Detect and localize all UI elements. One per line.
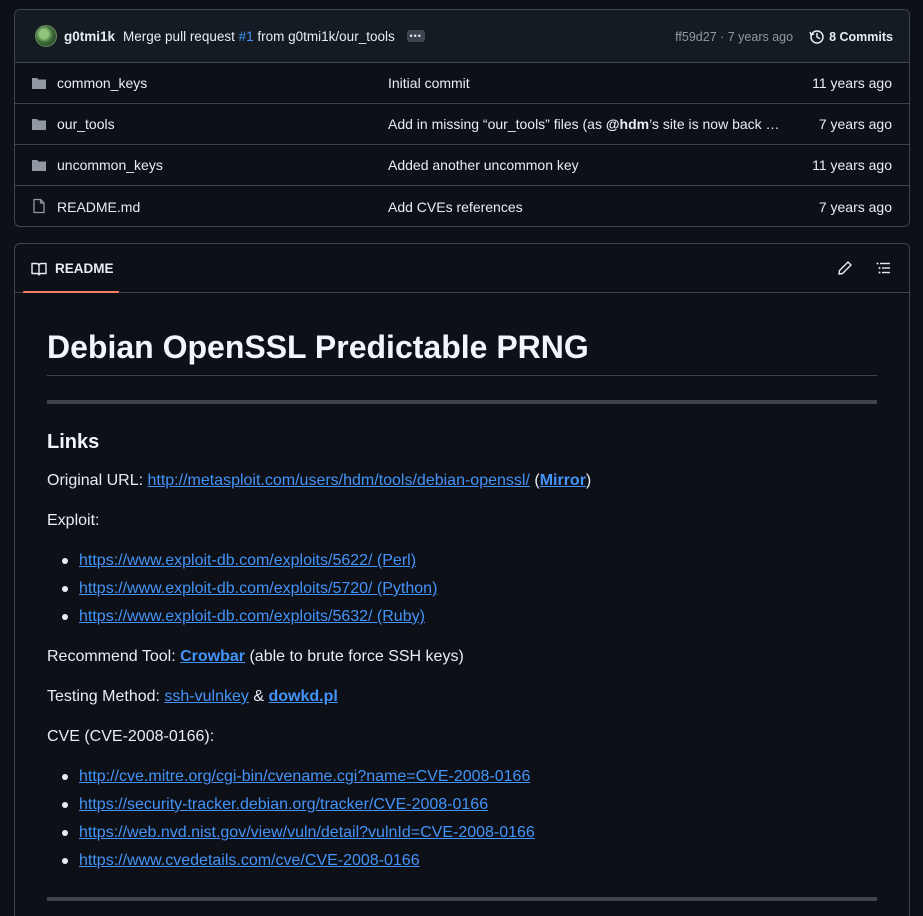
- history-icon: [809, 29, 824, 44]
- commit-details-button[interactable]: •••: [406, 30, 425, 42]
- horizontal-rule: [47, 400, 877, 404]
- active-tab-indicator: [23, 291, 119, 293]
- exploit-list: https://www.exploit-db.com/exploits/5622…: [47, 551, 437, 635]
- recommend-paragraph: Recommend Tool: Crowbar (able to brute f…: [47, 648, 464, 666]
- file-name[interactable]: README.md: [57, 199, 140, 215]
- commit-sha-age[interactable]: ff59d27 · 7 years ago: [675, 30, 793, 44]
- horizontal-rule: [47, 897, 877, 901]
- list-item: https://www.exploit-db.com/exploits/5632…: [47, 607, 437, 635]
- file-name[interactable]: our_tools: [57, 116, 115, 132]
- cve-link[interactable]: https://web.nvd.nist.gov/view/vuln/detai…: [79, 824, 535, 841]
- file-age: 7 years ago: [818, 198, 892, 215]
- original-url-link[interactable]: http://metasploit.com/users/hdm/tools/de…: [147, 472, 529, 489]
- ampersand: &: [248, 688, 269, 705]
- list-item: https://www.cvedetails.com/cve/CVE-2008-…: [47, 851, 535, 879]
- testing-paragraph: Testing Method: ssh-vulnkey & dowkd.pl: [47, 688, 338, 706]
- title-divider: [47, 375, 877, 376]
- paren: ): [585, 472, 592, 489]
- mention[interactable]: @hdm: [606, 116, 649, 132]
- dowkd-link[interactable]: dowkd.pl: [268, 688, 337, 705]
- file-commit-message[interactable]: Added another uncommon key: [388, 157, 579, 173]
- file-row[interactable]: our_tools Add in missing “our_tools” fil…: [15, 104, 909, 145]
- file-commit-message[interactable]: Initial commit: [388, 75, 470, 91]
- file-age: 11 years ago: [812, 157, 892, 173]
- cve-link[interactable]: https://security-tracker.debian.org/trac…: [79, 796, 488, 813]
- file-age: 7 years ago: [818, 116, 892, 132]
- list-item: https://www.exploit-db.com/exploits/5622…: [47, 551, 437, 579]
- readme-tab-label: README: [55, 261, 114, 276]
- outline-list-icon[interactable]: [875, 260, 891, 276]
- exploit-label: Exploit:: [47, 512, 100, 529]
- exploit-link[interactable]: https://www.exploit-db.com/exploits/5632…: [79, 608, 425, 625]
- book-icon: [31, 262, 47, 276]
- commit-meta: ff59d27 · 7 years ago 8 Commits: [675, 10, 893, 63]
- message-part: ’s site is now back …: [649, 116, 780, 132]
- original-url-label: Original URL:: [47, 472, 148, 489]
- folder-icon: [32, 119, 46, 130]
- original-url-paragraph: Original URL: http://metasploit.com/user…: [47, 472, 591, 490]
- message-part: Add in missing “our_tools” files (as: [388, 116, 606, 132]
- cve-label: CVE (CVE-2008-0166):: [47, 728, 215, 745]
- exploit-link[interactable]: https://www.exploit-db.com/exploits/5622…: [79, 552, 416, 569]
- list-item: http://cve.mitre.org/cgi-bin/cvename.cgi…: [47, 767, 535, 795]
- commits-history-link[interactable]: 8 Commits: [809, 29, 893, 45]
- folder-icon: [32, 78, 46, 89]
- file-commit-message[interactable]: Add in missing “our_tools” files (as @hd…: [388, 116, 780, 132]
- paren: (: [529, 472, 540, 489]
- crowbar-link[interactable]: Crowbar: [180, 648, 245, 665]
- readme-title: Debian OpenSSL Predictable PRNG: [47, 329, 589, 365]
- links-heading: Links: [47, 431, 100, 453]
- ssh-vulnkey-link[interactable]: ssh-vulnkey: [164, 688, 248, 705]
- file-browser: g0tmi1k Merge pull request #1 from g0tmi…: [14, 9, 910, 227]
- edit-pencil-icon[interactable]: [837, 260, 853, 276]
- folder-icon: [32, 160, 46, 171]
- testing-label: Testing Method:: [47, 688, 165, 705]
- recommend-suffix: (able to brute force SSH keys): [245, 648, 464, 665]
- recommend-label: Recommend Tool:: [47, 648, 181, 665]
- file-name[interactable]: uncommon_keys: [57, 157, 163, 173]
- file-icon: [33, 198, 45, 214]
- cve-link[interactable]: http://cve.mitre.org/cgi-bin/cvename.cgi…: [79, 768, 530, 785]
- commit-message[interactable]: Merge pull request #1 from g0tmi1k/our_t…: [123, 29, 395, 44]
- file-row[interactable]: common_keys Initial commit 11 years ago: [15, 63, 909, 104]
- latest-commit-bar: g0tmi1k Merge pull request #1 from g0tmi…: [15, 10, 909, 63]
- mirror-link[interactable]: Mirror: [540, 472, 586, 489]
- commits-count: 8 Commits: [829, 29, 893, 44]
- file-row[interactable]: README.md Add CVEs references 7 years ag…: [15, 186, 909, 226]
- cve-list: http://cve.mitre.org/cgi-bin/cvename.cgi…: [47, 767, 535, 879]
- commit-message-suffix: from g0tmi1k/our_tools: [257, 28, 395, 44]
- commit-message-prefix: Merge pull request: [123, 28, 235, 44]
- list-item: https://www.exploit-db.com/exploits/5720…: [47, 579, 437, 607]
- exploit-link[interactable]: https://www.exploit-db.com/exploits/5720…: [79, 580, 437, 597]
- list-item: https://web.nvd.nist.gov/view/vuln/detai…: [47, 823, 535, 851]
- commit-author[interactable]: g0tmi1k: [64, 29, 115, 44]
- file-age: 11 years ago: [812, 75, 892, 91]
- file-name[interactable]: common_keys: [57, 75, 147, 91]
- tab-readme[interactable]: README: [23, 244, 119, 293]
- author-avatar[interactable]: [35, 25, 57, 47]
- cve-link[interactable]: https://www.cvedetails.com/cve/CVE-2008-…: [79, 852, 420, 869]
- list-item: https://security-tracker.debian.org/trac…: [47, 795, 535, 823]
- file-row[interactable]: uncommon_keys Added another uncommon key…: [15, 145, 909, 186]
- file-commit-message[interactable]: Add CVEs references: [388, 199, 523, 215]
- readme-panel: README Debian OpenSSL Predictable PRNG L…: [14, 243, 910, 916]
- pr-link[interactable]: #1: [239, 29, 254, 44]
- readme-header: README: [15, 244, 909, 293]
